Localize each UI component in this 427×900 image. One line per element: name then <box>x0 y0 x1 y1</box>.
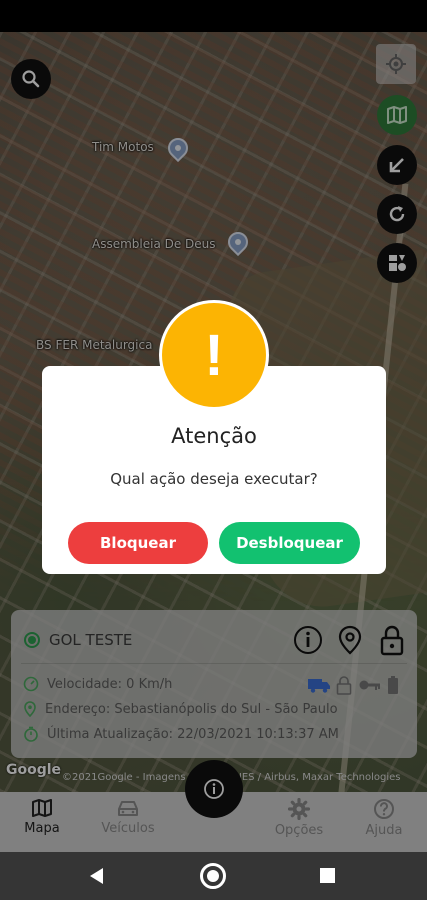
app-screen: Tim Motos Assembleia De Deus BS FER Meta… <box>0 0 427 900</box>
exclamation-icon: ! <box>162 303 266 407</box>
block-button[interactable]: Bloquear <box>68 522 208 564</box>
dialog-message: Qual ação deseja executar? <box>110 470 318 488</box>
system-navigation-bar <box>0 852 427 900</box>
home-icon[interactable] <box>200 863 226 889</box>
dialog-title: Atenção <box>171 424 257 448</box>
status-bar <box>0 0 427 32</box>
recents-icon[interactable] <box>320 868 335 883</box>
alert-badge: ! <box>159 300 269 410</box>
unblock-button[interactable]: Desbloquear <box>219 522 360 564</box>
back-icon[interactable] <box>90 868 103 884</box>
